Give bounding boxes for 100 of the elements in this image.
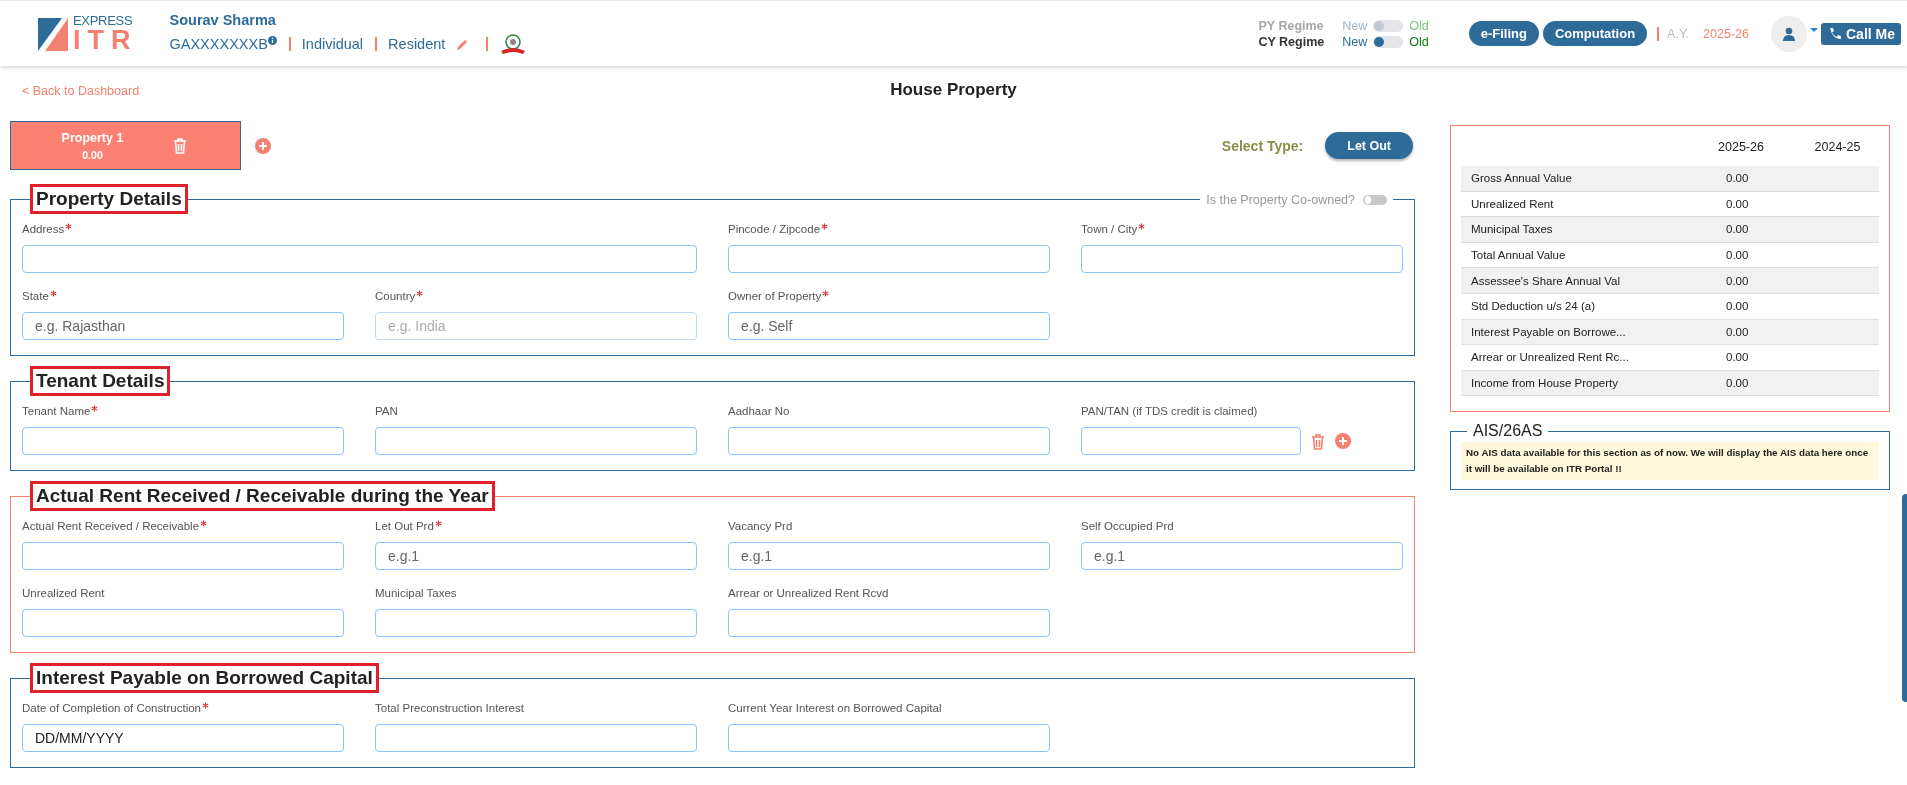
input-field[interactable]: [22, 427, 344, 455]
add-icon[interactable]: [1335, 433, 1351, 449]
table-cell-text: Interest Payable on Borrowe...: [1470, 325, 1627, 338]
table-cell-text: Assessee's Share Annual Val: [1470, 274, 1622, 287]
input-field[interactable]: [728, 427, 1050, 455]
input-field[interactable]: DD/MM/YYYY: [22, 724, 344, 752]
table-cell-text: 0.00: [1725, 377, 1750, 390]
regime-label: CY Regime: [1258, 34, 1325, 49]
toggle-switch[interactable]: [1373, 35, 1404, 48]
nav-button[interactable]: Computation: [1542, 21, 1648, 46]
logo-text: ITR: [73, 26, 138, 54]
table-cell-text: 0.00: [1725, 351, 1750, 364]
field-label: Current Year Interest on Borrowed Capital: [728, 702, 942, 714]
field-label: Total Preconstruction Interest: [375, 702, 524, 714]
column-header: 2024-25: [1813, 139, 1862, 156]
emblem-icon: [499, 33, 528, 55]
input-field[interactable]: [1081, 427, 1301, 455]
field-label: Tenant Name: [22, 405, 91, 417]
table-cell-text: 0.00: [1725, 300, 1750, 313]
field-label: Self Occupied Prd: [1081, 520, 1174, 532]
input-field[interactable]: [1081, 245, 1403, 273]
table-cell-text: 0.00: [1725, 274, 1750, 287]
section-title: Tenant Details: [30, 366, 171, 396]
input-field[interactable]: e.g. Self: [728, 312, 1050, 340]
panel-title: AIS/26AS: [1472, 422, 1544, 441]
table-cell-text: 0.00: [1725, 223, 1750, 236]
toggle-option: Old: [1409, 34, 1429, 49]
logo-text: EXPRESS: [73, 13, 134, 27]
caret-icon[interactable]: [1810, 27, 1818, 32]
input-field[interactable]: [375, 427, 697, 455]
table-cell-text: Gross Annual Value: [1470, 172, 1573, 185]
field-label: Let Out Prd: [375, 520, 434, 532]
info-icon[interactable]: [267, 36, 277, 45]
trash-icon[interactable]: [1309, 431, 1327, 451]
input-field[interactable]: [728, 724, 1050, 752]
field-label: Address: [22, 223, 65, 235]
table-cell-text: Total Annual Value: [1470, 249, 1567, 262]
table-cell-text: Income from House Property: [1470, 377, 1619, 390]
section-title: Actual Rent Received / Receivable during the Year: [30, 481, 495, 511]
section-title: Interest Payable on Borrowed Capital: [30, 663, 379, 693]
input-field[interactable]: [22, 245, 697, 273]
property-name: Property 1: [61, 130, 124, 145]
field-label: Unrealized Rent: [22, 587, 105, 599]
add-icon[interactable]: [255, 137, 271, 154]
taxpayer-tag: Resident: [388, 36, 446, 52]
field-label: Country: [375, 290, 416, 302]
field-label: Actual Rent Received / Receivable: [22, 520, 200, 532]
input-field[interactable]: [22, 609, 344, 637]
user-name: Sourav Sharma: [169, 12, 277, 28]
avatar[interactable]: [1771, 15, 1807, 52]
input-field[interactable]: [728, 609, 1050, 637]
call-me-button[interactable]: Call Me: [1821, 22, 1901, 45]
table-cell-text: Unrealized Rent: [1470, 197, 1555, 210]
field-label: Vacancy Prd: [728, 520, 793, 532]
input-field[interactable]: [22, 542, 344, 570]
field-label: Pincode / Zipcode: [728, 223, 821, 235]
taxpayer-tag: Individual: [301, 36, 364, 52]
select-type-label: Select Type:: [1221, 137, 1304, 154]
input-field[interactable]: e.g.1: [1081, 542, 1403, 570]
field-label: Municipal Taxes: [375, 587, 457, 599]
toggle-option: Old: [1409, 18, 1429, 33]
phone-icon: [1827, 26, 1842, 41]
table-cell-text: 0.00: [1725, 172, 1750, 185]
toggle-option: New: [1342, 18, 1368, 33]
input-field[interactable]: e.g. Rajasthan: [22, 312, 344, 340]
input-field[interactable]: [375, 724, 697, 752]
user-icon: [1782, 26, 1796, 41]
assessment-year-label: A.Y.: [1667, 26, 1690, 41]
field-label: Aadhaar No: [728, 405, 790, 417]
field-label: Date of Completion of Construction: [22, 702, 201, 714]
field-label: Town / City: [1081, 223, 1138, 235]
table-cell-text: 0.00: [1725, 197, 1750, 210]
side-drawer-handle[interactable]: [1902, 494, 1907, 702]
field-label: PAN: [375, 405, 398, 417]
section-title: Property Details: [30, 184, 188, 214]
pan-number: GAXXXXXXXB: [169, 36, 268, 52]
type-button[interactable]: Let Out: [1325, 132, 1413, 159]
table-cell-text: Std Deduction u/s 24 (a): [1470, 300, 1596, 313]
property-amount: 0.00: [82, 148, 103, 161]
input-field[interactable]: [375, 609, 697, 637]
table-cell-text: 0.00: [1725, 249, 1750, 262]
co-owned-label: Is the Property Co-owned?: [1206, 193, 1355, 207]
table-cell-text: Municipal Taxes: [1470, 223, 1554, 236]
pencil-icon[interactable]: [455, 37, 469, 51]
page-title: House Property: [890, 80, 1017, 100]
input-field[interactable]: e.g.1: [728, 542, 1050, 570]
input-field[interactable]: e.g.1: [375, 542, 697, 570]
table-cell-text: 0.00: [1725, 325, 1750, 338]
toggle-option: New: [1342, 34, 1368, 49]
input-field[interactable]: [728, 245, 1050, 273]
field-label: Owner of Property: [728, 290, 822, 302]
toggle-switch[interactable]: [1363, 195, 1387, 205]
regime-label: PY Regime: [1258, 18, 1325, 33]
column-header: 2025-26: [1717, 139, 1765, 156]
field-label: PAN/TAN (if TDS credit is claimed): [1081, 405, 1258, 417]
info-message: No AIS data available for this section as of now. We will display the AIS data here once it will be available on ITR Portal !!: [1461, 442, 1879, 481]
field-label: Arrear or Unrealized Rent Rcvd: [728, 587, 889, 599]
nav-button[interactable]: e-Filing: [1468, 21, 1539, 46]
table-cell-text: Arrear or Unrealized Rent Rc...: [1470, 351, 1630, 364]
field-label: State: [22, 290, 49, 302]
